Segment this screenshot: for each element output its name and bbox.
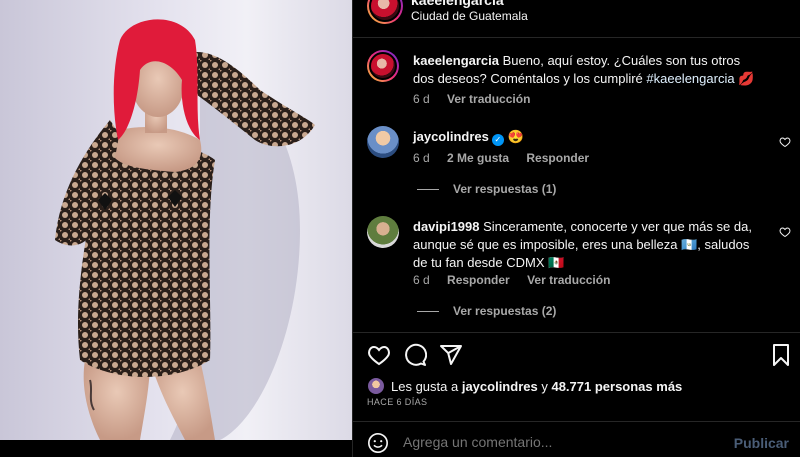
comment-reply-button[interactable]: Responder xyxy=(526,151,589,165)
comment-avatar[interactable] xyxy=(367,216,399,248)
comment-username[interactable]: jaycolindres xyxy=(413,129,489,144)
post-details-panel: kaeelengarcia Ciudad de Guatemala kaeele… xyxy=(352,0,800,457)
likes-prefix: Les gusta a xyxy=(391,378,459,394)
likes-count-link[interactable]: 48.771 personas más xyxy=(551,379,682,394)
comment-username[interactable]: davipi1998 xyxy=(413,219,480,234)
comment-age[interactable]: 6 d xyxy=(413,273,430,287)
caption-translate-link[interactable]: Ver traducción xyxy=(447,92,530,106)
comment-text-block: jaycolindres ✓ 😍 xyxy=(413,128,763,146)
comment-meta: 6 d Responder Ver traducción xyxy=(413,273,624,287)
publish-button[interactable]: Publicar xyxy=(734,435,789,451)
comment-input[interactable] xyxy=(403,434,723,450)
likes-summary: Les gusta a jaycolindres y 48.771 person… xyxy=(367,377,682,395)
likes-user-link[interactable]: jaycolindres xyxy=(462,379,538,394)
comment-translate-link[interactable]: Ver traducción xyxy=(527,273,610,287)
comment-text: 😍 xyxy=(507,129,524,144)
liker-avatar[interactable] xyxy=(367,377,385,395)
comment-text-block: davipi1998 Sinceramente, conocerte y ver… xyxy=(413,218,763,272)
post-header: kaeelengarcia Ciudad de Guatemala xyxy=(353,0,800,38)
comment-age[interactable]: 6 d xyxy=(413,151,430,165)
emoji-icon[interactable] xyxy=(367,432,389,454)
verified-badge-icon: ✓ xyxy=(491,134,504,146)
author-avatar[interactable] xyxy=(367,0,403,24)
caption-username[interactable]: kaeelengarcia xyxy=(413,53,499,68)
add-comment-bar: Publicar xyxy=(353,421,800,457)
post-photo-illustration xyxy=(55,19,315,440)
heart-icon[interactable] xyxy=(367,343,391,367)
caption-emoji: 💋 xyxy=(738,71,755,86)
view-replies-button[interactable]: Ver respuestas (2) xyxy=(417,304,556,318)
comment-meta: 6 d 2 Me gusta Responder xyxy=(413,151,603,165)
comment-like-heart-icon[interactable] xyxy=(779,226,791,238)
replies-divider xyxy=(417,310,439,312)
comment-likes-count[interactable]: 2 Me gusta xyxy=(447,151,509,165)
caption-age[interactable]: 6 d xyxy=(413,92,430,106)
caption-hashtag[interactable]: #kaeelengarcia xyxy=(646,71,734,86)
replies-divider xyxy=(417,188,439,190)
share-icon[interactable] xyxy=(439,343,463,367)
likes-middle: y xyxy=(541,378,548,394)
view-replies-button[interactable]: Ver respuestas (1) xyxy=(417,182,556,196)
comment-reply-button[interactable]: Responder xyxy=(447,273,510,287)
view-replies-label: Ver respuestas (1) xyxy=(453,182,557,196)
comment-avatar[interactable] xyxy=(367,126,399,158)
post-photo[interactable] xyxy=(0,0,352,440)
comment-like-heart-icon[interactable] xyxy=(779,136,791,148)
author-username[interactable]: kaeelengarcia xyxy=(411,0,504,8)
post-time-ago[interactable]: HACE 6 DÍAS xyxy=(367,397,427,407)
bookmark-icon[interactable] xyxy=(769,343,793,367)
caption-text-block: kaeelengarcia Bueno, aquí estoy. ¿Cuáles… xyxy=(413,52,763,88)
photo-bottom-strip xyxy=(0,440,352,457)
comment-icon[interactable] xyxy=(403,343,427,367)
caption-avatar[interactable] xyxy=(367,50,399,82)
post-action-bar xyxy=(353,332,800,372)
post-location[interactable]: Ciudad de Guatemala xyxy=(411,9,528,23)
view-replies-label: Ver respuestas (2) xyxy=(453,304,557,318)
caption-meta: 6 d Ver traducción xyxy=(413,92,544,106)
